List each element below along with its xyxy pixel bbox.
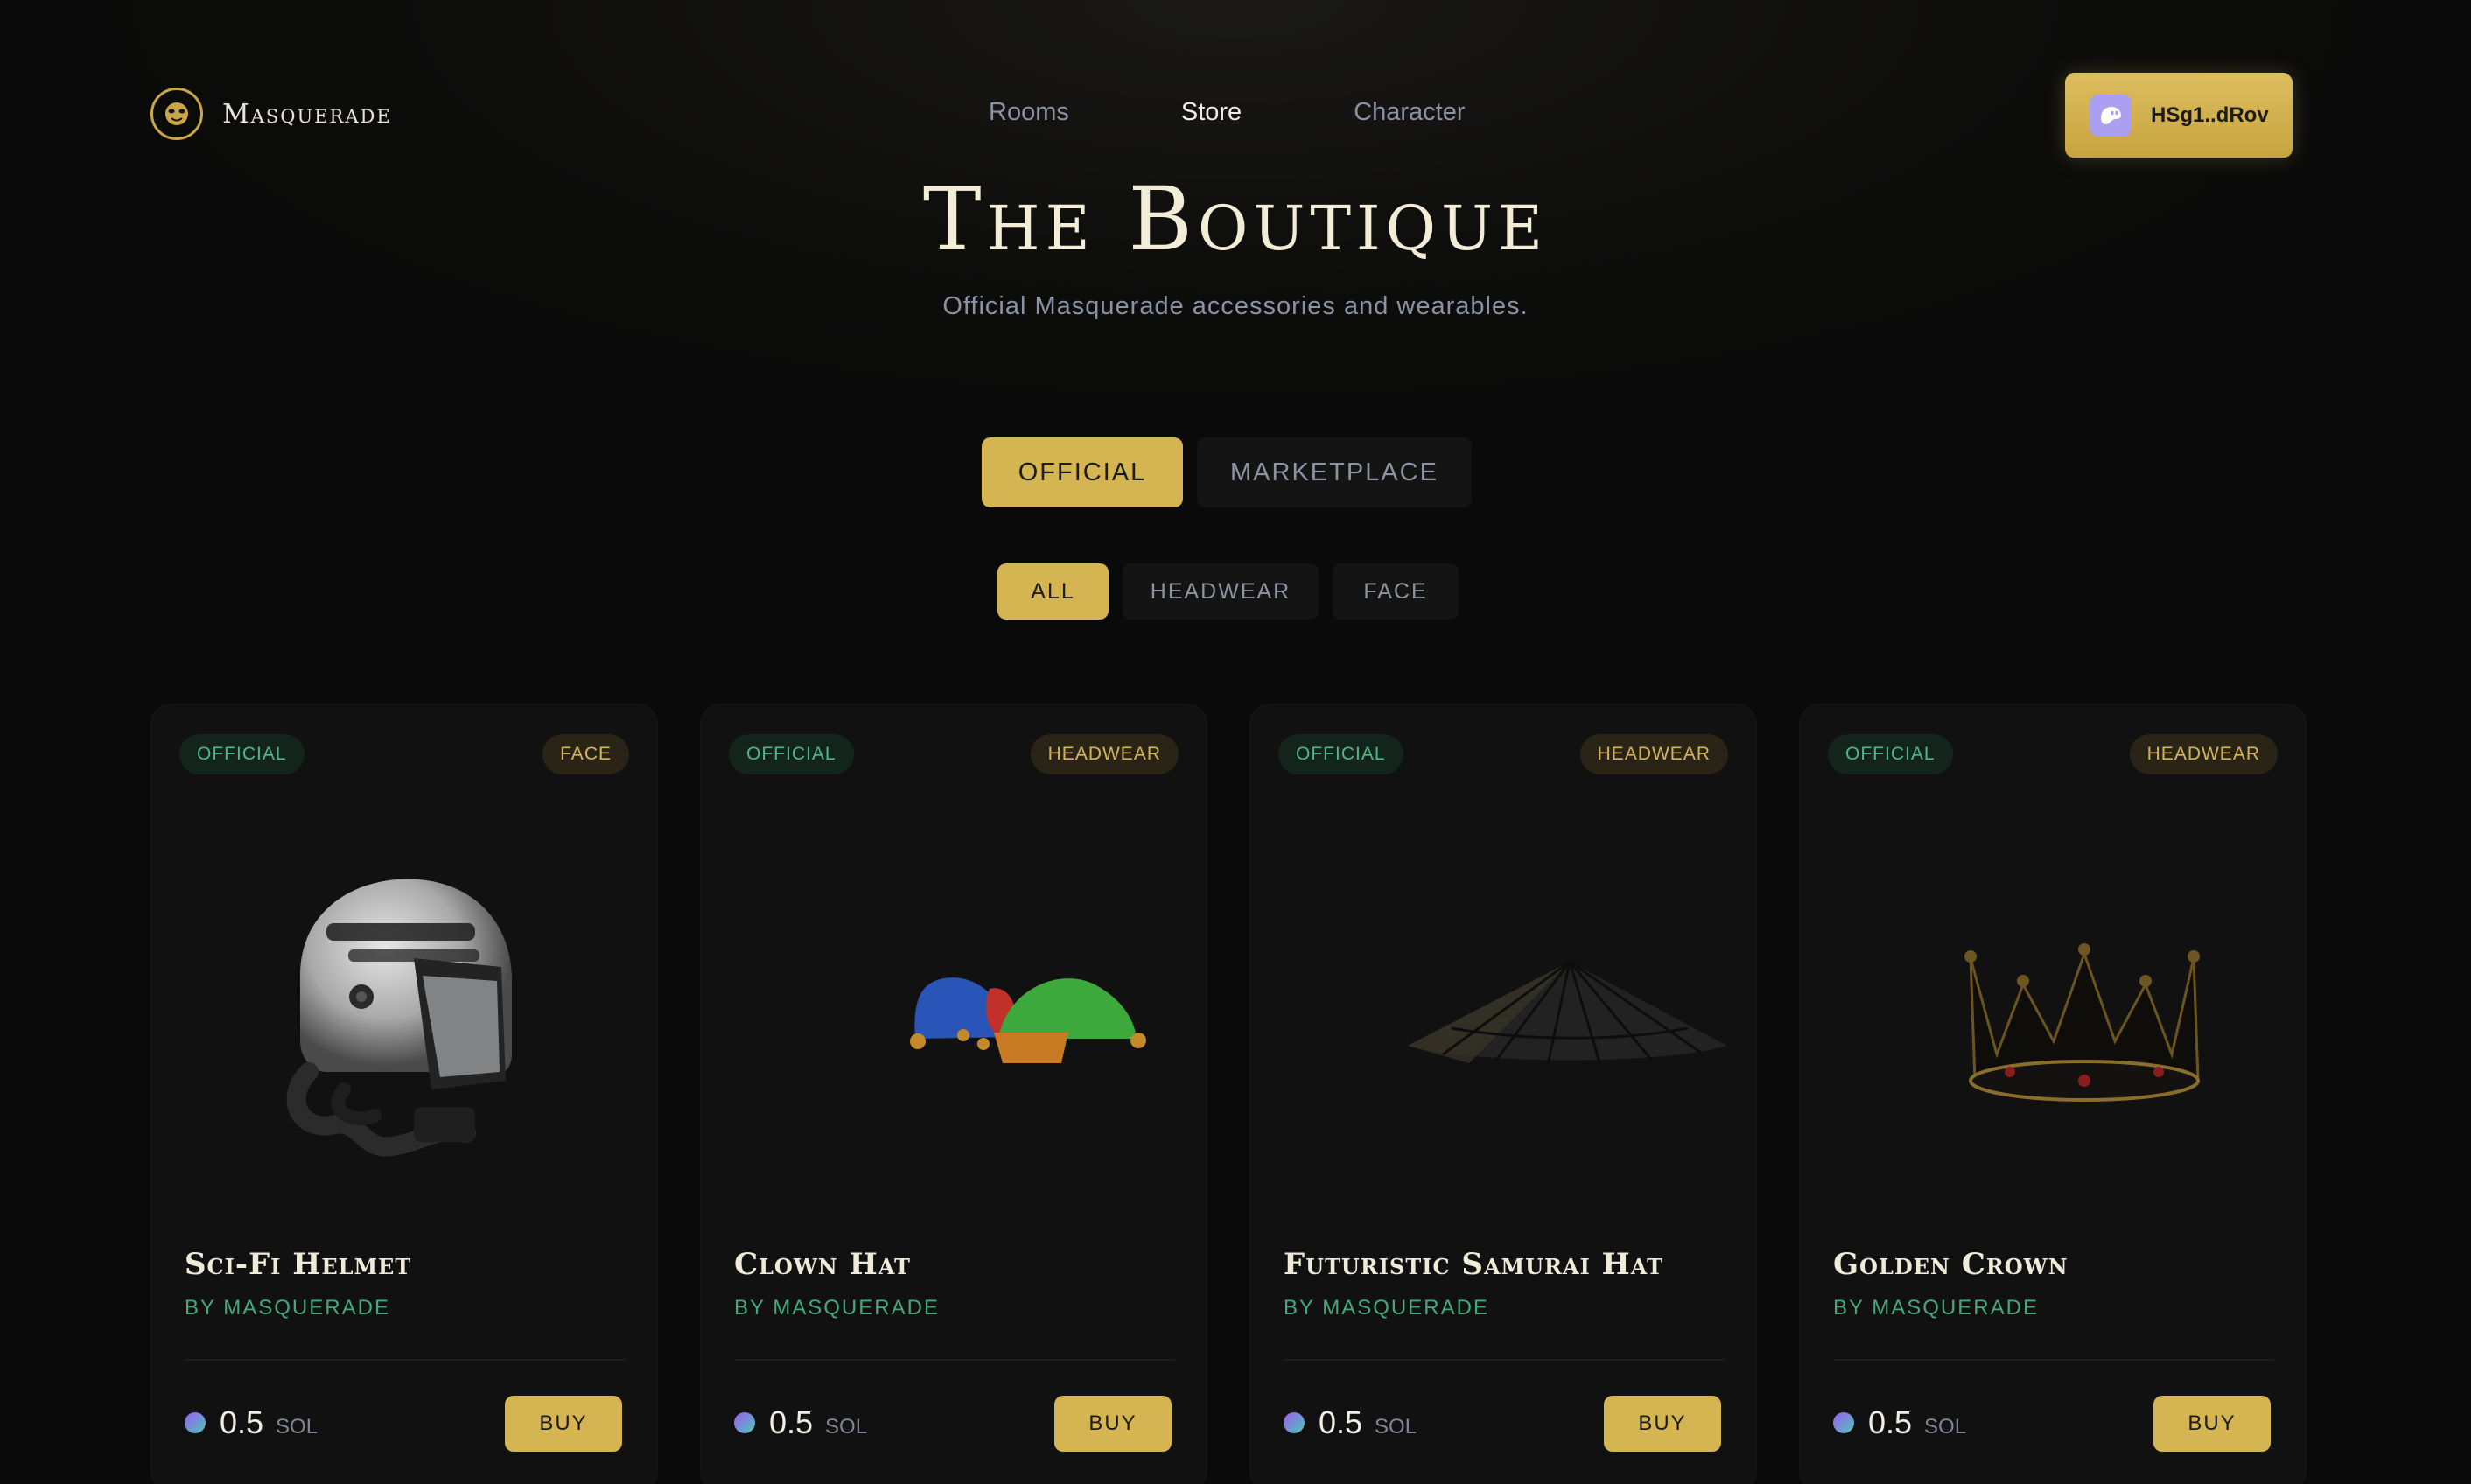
- sci-fi-helmet-icon: [286, 878, 512, 1157]
- main-nav: Rooms Store Character: [989, 98, 1578, 127]
- category-badge: HEADWEAR: [1579, 734, 1728, 774]
- store-tabs: OFFICIAL MARKETPLACE: [982, 438, 1472, 508]
- wallet-address: HSg1..dRov: [2151, 103, 2269, 127]
- product-creator: BY MASQUERADE: [185, 1296, 390, 1320]
- buy-button[interactable]: BUY: [1604, 1396, 1721, 1452]
- price-value: 0.5: [220, 1404, 264, 1440]
- nav-item-store[interactable]: Store: [1181, 98, 1242, 127]
- brand-logo[interactable]: Masquerade: [150, 88, 392, 140]
- price-currency: SOL: [276, 1415, 318, 1438]
- product-image: [151, 809, 659, 1212]
- category-badge: FACE: [542, 734, 629, 774]
- samurai-hat-icon: [1408, 960, 1727, 1066]
- product-grid: OFFICIAL FACE Sci-Fi Helmet BY MASQUERAD…: [150, 704, 2306, 1484]
- price-value: 0.5: [769, 1404, 814, 1440]
- nav-item-character[interactable]: Character: [1354, 98, 1465, 127]
- solana-icon: [734, 1412, 755, 1433]
- product-card[interactable]: OFFICIAL HEADWEAR Golden Crown BY MASQUE: [1799, 704, 2306, 1484]
- store-page: Masquerade Rooms Store Character HSg1..d…: [0, 0, 2471, 1484]
- solana-icon: [185, 1412, 206, 1433]
- nav-item-rooms[interactable]: Rooms: [989, 98, 1069, 127]
- solana-icon: [1833, 1412, 1854, 1433]
- filter-face[interactable]: FACE: [1333, 564, 1459, 620]
- product-image: [1800, 809, 2307, 1212]
- solana-icon: [1284, 1412, 1305, 1433]
- crown-icon: [1964, 943, 2200, 1102]
- buy-button[interactable]: BUY: [1054, 1396, 1172, 1452]
- product-card[interactable]: OFFICIAL FACE Sci-Fi Helmet BY MASQUERAD…: [150, 704, 658, 1484]
- category-filters: ALL HEADWEAR FACE: [998, 564, 1459, 620]
- product-price: 0.5 SOL: [1833, 1404, 1966, 1441]
- jester-hat-icon: [910, 977, 1146, 1063]
- buy-button[interactable]: BUY: [2153, 1396, 2271, 1452]
- product-creator: BY MASQUERADE: [1833, 1296, 2039, 1320]
- official-badge: OFFICIAL: [1828, 734, 1953, 774]
- category-badge: HEADWEAR: [1030, 734, 1179, 774]
- product-price: 0.5 SOL: [734, 1404, 867, 1441]
- card-divider: [185, 1359, 626, 1361]
- card-divider: [734, 1359, 1175, 1361]
- price-value: 0.5: [1319, 1404, 1363, 1440]
- product-name: Golden Crown: [1833, 1247, 2068, 1282]
- product-price: 0.5 SOL: [1284, 1404, 1417, 1441]
- category-badge: HEADWEAR: [2129, 734, 2278, 774]
- official-badge: OFFICIAL: [179, 734, 304, 774]
- official-badge: OFFICIAL: [1278, 734, 1404, 774]
- mask-logo-icon: [150, 88, 203, 140]
- product-image: [1250, 809, 1758, 1212]
- product-card[interactable]: OFFICIAL HEADWEAR Clown Hat BY MASQUERAD…: [700, 704, 1208, 1484]
- price-currency: SOL: [825, 1415, 868, 1438]
- product-price: 0.5 SOL: [185, 1404, 318, 1441]
- product-card[interactable]: OFFICIAL HEADWEAR Futuristic Samurai Hat…: [1250, 704, 1757, 1484]
- product-name: Sci-Fi Helmet: [185, 1247, 412, 1282]
- product-creator: BY MASQUERADE: [1284, 1296, 1489, 1320]
- buy-button[interactable]: BUY: [505, 1396, 622, 1452]
- price-currency: SOL: [1924, 1415, 1967, 1438]
- filter-all[interactable]: ALL: [998, 564, 1109, 620]
- price-currency: SOL: [1375, 1415, 1418, 1438]
- page-title: The Boutique: [922, 168, 1549, 270]
- product-name: Futuristic Samurai Hat: [1284, 1247, 1663, 1282]
- page-subtitle: Official Masquerade accessories and wear…: [942, 292, 1529, 320]
- product-name: Clown Hat: [734, 1247, 911, 1282]
- tab-official[interactable]: OFFICIAL: [982, 438, 1183, 508]
- card-divider: [1833, 1359, 2274, 1361]
- card-divider: [1284, 1359, 1725, 1361]
- phantom-ghost-icon: [2090, 94, 2132, 136]
- official-badge: OFFICIAL: [729, 734, 854, 774]
- filter-headwear[interactable]: HEADWEAR: [1123, 564, 1319, 620]
- tab-marketplace[interactable]: MARKETPLACE: [1197, 438, 1472, 508]
- product-creator: BY MASQUERADE: [734, 1296, 940, 1320]
- brand-name: Masquerade: [222, 98, 392, 130]
- product-image: [701, 809, 1208, 1212]
- wallet-button[interactable]: HSg1..dRov: [2065, 74, 2292, 158]
- price-value: 0.5: [1868, 1404, 1913, 1440]
